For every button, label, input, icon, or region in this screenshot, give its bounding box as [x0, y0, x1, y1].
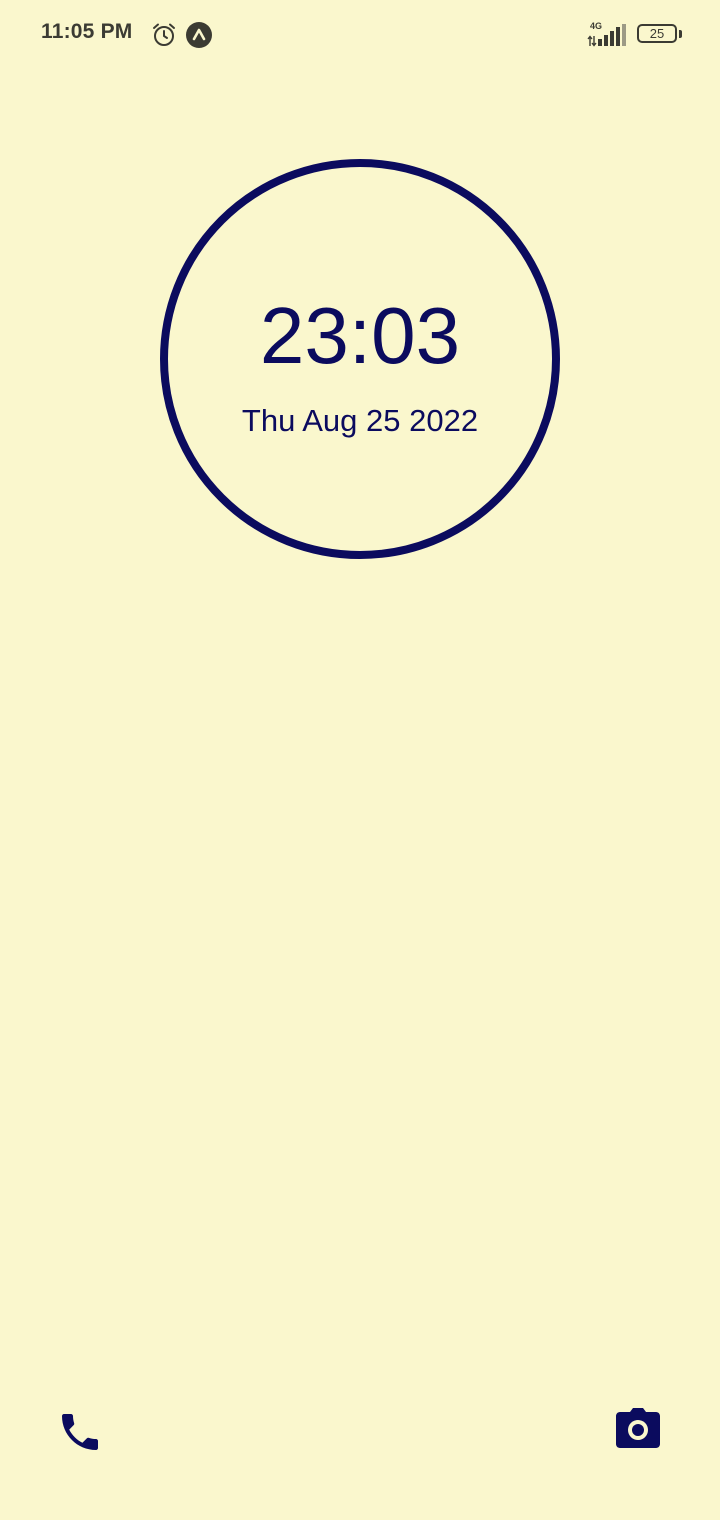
- data-activity-icon: [587, 34, 597, 47]
- phone-icon[interactable]: [56, 1408, 104, 1456]
- battery-tip: [679, 30, 682, 38]
- camera-icon[interactable]: [614, 1408, 662, 1450]
- status-time: 11:05 PM: [41, 20, 133, 43]
- clock-date: Thu Aug 25 2022: [241, 403, 479, 438]
- signal-bars-icon: [597, 24, 627, 46]
- clock-time: 23:03: [259, 291, 461, 380]
- caret-up-circle-icon: [186, 22, 212, 48]
- status-bar: 11:05 PM 4G 25: [0, 0, 720, 70]
- battery-level: 25: [649, 26, 665, 41]
- alarm-clock-icon: [151, 22, 177, 48]
